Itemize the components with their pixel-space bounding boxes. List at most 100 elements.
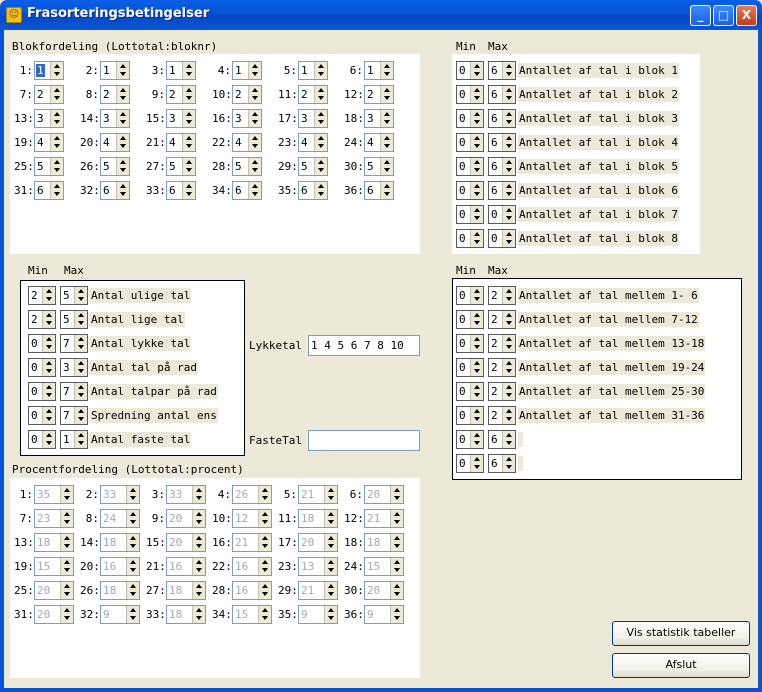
spin-arrows[interactable] [248,110,261,127]
arrow-down-icon[interactable] [120,168,126,172]
arrow-up-icon[interactable] [262,560,268,564]
arrow-up-icon[interactable] [64,488,70,492]
spin-input[interactable]: 24 [100,509,140,528]
spin-input[interactable]: 4 [298,133,328,152]
spin-input[interactable]: 2 [364,85,394,104]
arrow-down-icon[interactable] [474,192,480,196]
spin-input[interactable]: 33 [166,485,206,504]
spin-arrows[interactable] [502,383,515,400]
spin-arrows[interactable] [502,311,515,328]
arrow-up-icon[interactable] [506,208,512,212]
arrow-up-icon[interactable] [394,488,400,492]
spin-input[interactable]: 6 [488,430,516,449]
spin-input[interactable]: 15 [34,557,74,576]
arrow-down-icon[interactable] [130,544,136,548]
spin-arrows[interactable] [314,134,327,151]
arrow-up-icon[interactable] [186,88,192,92]
spin-input[interactable]: 0 [28,430,56,449]
spin-input[interactable]: 0 [456,181,484,200]
spin-input[interactable]: 0 [456,406,484,425]
spin-arrows[interactable] [470,110,483,127]
arrow-up-icon[interactable] [78,433,84,437]
spin-input[interactable]: 18 [100,581,140,600]
arrow-down-icon[interactable] [506,465,512,469]
spin-input[interactable]: 3 [232,109,262,128]
arrow-down-icon[interactable] [196,592,202,596]
arrow-up-icon[interactable] [78,361,84,365]
spin-arrows[interactable] [60,486,73,503]
arrow-down-icon[interactable] [506,345,512,349]
arrow-down-icon[interactable] [78,321,84,325]
arrow-up-icon[interactable] [328,512,334,516]
spin-input[interactable]: 6 [100,181,130,200]
spin-input[interactable]: 1 [166,61,196,80]
spin-arrows[interactable] [192,534,205,551]
spin-input[interactable]: 7 [60,382,88,401]
spin-arrows[interactable] [42,287,55,304]
spin-arrows[interactable] [470,407,483,424]
arrow-down-icon[interactable] [196,496,202,500]
arrow-down-icon[interactable] [196,520,202,524]
spin-input[interactable]: 5 [34,157,64,176]
arrow-down-icon[interactable] [506,393,512,397]
spin-arrows[interactable] [470,431,483,448]
spin-arrows[interactable] [502,182,515,199]
arrow-down-icon[interactable] [64,592,70,596]
arrow-down-icon[interactable] [506,216,512,220]
spin-input[interactable]: 18 [298,509,338,528]
arrow-down-icon[interactable] [78,441,84,445]
spin-input[interactable]: 13 [298,557,338,576]
arrow-down-icon[interactable] [120,144,126,148]
spin-input[interactable]: 6 [488,109,516,128]
arrow-down-icon[interactable] [394,616,400,620]
spin-arrows[interactable] [470,62,483,79]
arrow-down-icon[interactable] [186,96,192,100]
minimize-button[interactable]: _ [690,5,711,26]
spin-input[interactable]: 4 [364,133,394,152]
spin-input[interactable]: 18 [364,533,404,552]
spin-input[interactable]: 6 [232,181,262,200]
spin-arrows[interactable] [42,335,55,352]
spin-arrows[interactable] [502,62,515,79]
spin-arrows[interactable] [50,110,63,127]
spin-input[interactable]: 5 [232,157,262,176]
spin-input[interactable]: 4 [34,133,64,152]
spin-arrows[interactable] [258,606,271,623]
arrow-up-icon[interactable] [474,457,480,461]
spin-arrows[interactable] [248,134,261,151]
arrow-down-icon[interactable] [506,192,512,196]
spin-arrows[interactable] [380,62,393,79]
arrow-down-icon[interactable] [46,417,52,421]
spin-arrows[interactable] [470,206,483,223]
spin-input[interactable]: 0 [456,85,484,104]
spin-arrows[interactable] [60,558,73,575]
spin-arrows[interactable] [192,606,205,623]
spin-input[interactable]: 20 [298,533,338,552]
arrow-up-icon[interactable] [78,289,84,293]
arrow-up-icon[interactable] [474,289,480,293]
arrow-up-icon[interactable] [474,232,480,236]
spin-arrows[interactable] [502,134,515,151]
spin-arrows[interactable] [502,206,515,223]
arrow-down-icon[interactable] [318,144,324,148]
arrow-up-icon[interactable] [384,160,390,164]
spin-input[interactable]: 15 [364,557,404,576]
arrow-down-icon[interactable] [46,441,52,445]
arrow-down-icon[interactable] [46,393,52,397]
spin-input[interactable]: 4 [100,133,130,152]
arrow-down-icon[interactable] [328,616,334,620]
spin-input[interactable]: 7 [60,406,88,425]
spin-arrows[interactable] [126,534,139,551]
arrow-down-icon[interactable] [64,496,70,500]
arrow-up-icon[interactable] [328,536,334,540]
arrow-up-icon[interactable] [46,337,52,341]
spin-arrows[interactable] [74,431,87,448]
spin-input[interactable]: 6 [488,454,516,473]
spin-arrows[interactable] [502,230,515,247]
arrow-down-icon[interactable] [474,216,480,220]
spin-arrows[interactable] [314,182,327,199]
arrow-up-icon[interactable] [54,88,60,92]
spin-input[interactable]: 18 [166,581,206,600]
spin-arrows[interactable] [470,455,483,472]
arrow-up-icon[interactable] [120,160,126,164]
